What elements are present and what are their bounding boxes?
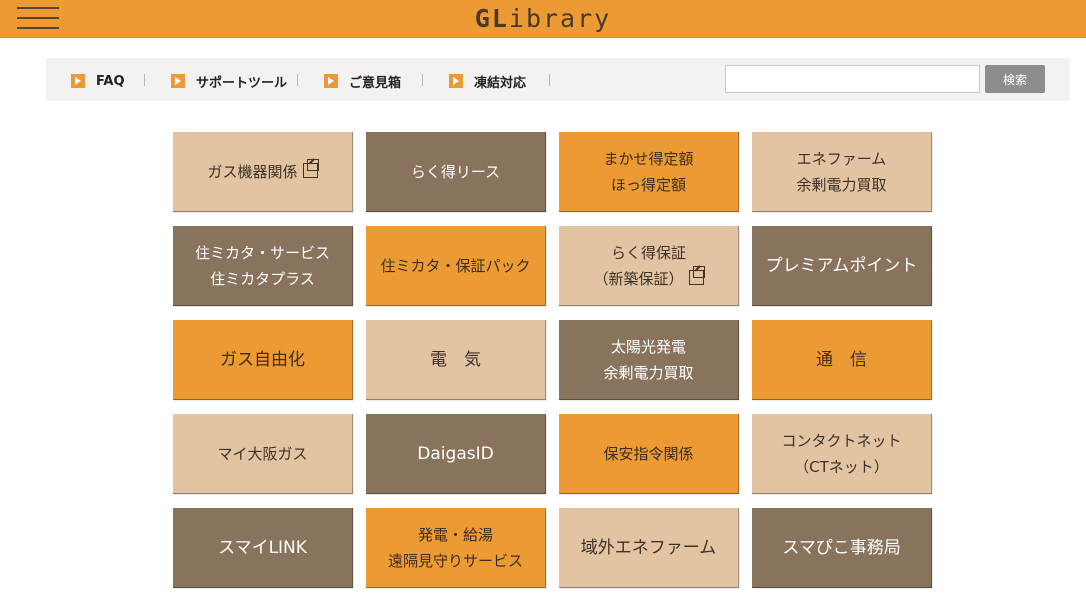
arrow-right-icon [171, 74, 185, 88]
tile-label: スマぴこ事務局 [782, 537, 901, 558]
link-tile[interactable]: プレミアムポイント [752, 226, 932, 306]
top-nav: FAQ サポートツール ご意見箱 凍結対応 検索 [46, 58, 1070, 101]
tile-label: ガス自由化 [220, 349, 305, 370]
link-tile[interactable]: まかせ得定額 ほっ得定額 [559, 132, 739, 212]
tile-label: プレミアムポイント [765, 255, 918, 276]
link-tile[interactable]: ガス機器関係 [173, 132, 353, 212]
tile-label: 発電・給湯 [417, 525, 493, 544]
link-tile[interactable]: 電 気 [366, 320, 546, 400]
arrow-right-icon [449, 74, 463, 88]
nav-divider [549, 74, 550, 86]
link-tile[interactable]: DaigasID [366, 414, 546, 494]
nav-link-faq[interactable]: FAQ [71, 72, 125, 90]
header-bar: GLibrary [0, 0, 1086, 38]
tile-label: （新築保証） [593, 265, 705, 292]
tile-label: 通 信 [816, 349, 867, 370]
tile-label: ほっ得定額 [610, 175, 686, 194]
nav-link-label: FAQ [96, 73, 125, 89]
link-tile[interactable]: らく得保証 （新築保証） [559, 226, 739, 306]
link-tile[interactable]: らく得リース [366, 132, 546, 212]
tile-label: 域外エネファーム [580, 537, 717, 558]
search-input[interactable] [725, 65, 980, 93]
nav-divider [422, 74, 423, 86]
nav-divider [144, 74, 145, 86]
external-link-icon [688, 265, 705, 285]
tile-label: DaigasID [417, 443, 494, 464]
nav-link-freeze-response[interactable]: 凍結対応 [449, 72, 527, 91]
link-tile[interactable]: エネファーム 余剰電力買取 [752, 132, 932, 212]
nav-link-feedback-box[interactable]: ご意見箱 [324, 72, 402, 91]
tile-label: 住ミカタ・サービス [194, 243, 330, 262]
link-tile[interactable]: マイ大阪ガス [173, 414, 353, 494]
tile-label: まかせ得定額 [603, 149, 694, 168]
link-tile[interactable]: 域外エネファーム [559, 508, 739, 588]
tile-label: 太陽光発電 [610, 337, 686, 356]
tile-label: 遠隔見守りサービス [387, 551, 523, 570]
tile-label: マイ大阪ガス [217, 444, 308, 463]
link-tile[interactable]: 通 信 [752, 320, 932, 400]
tile-label: 電 気 [430, 349, 481, 370]
tile-label: らく得リース [410, 162, 501, 181]
link-tile[interactable]: ガス自由化 [173, 320, 353, 400]
external-link-icon [302, 158, 319, 178]
link-tile[interactable]: 住ミカタ・保証パック [366, 226, 546, 306]
link-tile-grid: ガス機器関係 らく得リース まかせ得定額 ほっ得定額 エネファーム 余剰電力買取 住ミカタ・… [173, 132, 933, 590]
link-tile[interactable]: 発電・給湯遠隔見守りサービス [366, 508, 546, 588]
link-tile[interactable]: スマイLINK [173, 508, 353, 588]
search-button[interactable]: 検索 [985, 65, 1045, 93]
link-tile[interactable]: スマぴこ事務局 [752, 508, 932, 588]
nav-link-label: ご意見箱 [349, 75, 402, 91]
nav-link-support-tools[interactable]: サポートツール [171, 72, 288, 91]
tile-label: ガス機器関係 [207, 158, 319, 185]
tile-label: 住ミカタプラス [210, 269, 315, 288]
tile-label: 保安指令関係 [603, 444, 694, 463]
link-tile[interactable]: 保安指令関係 [559, 414, 739, 494]
tile-label: 余剰電力買取 [603, 363, 694, 382]
arrow-right-icon [71, 74, 85, 88]
tile-label: 住ミカタ・保証パック [380, 256, 531, 275]
app-title: GLibrary [474, 4, 612, 33]
arrow-right-icon [324, 74, 338, 88]
tile-label: コンタクトネット [781, 431, 902, 450]
tile-label: 余剰電力買取 [796, 175, 887, 194]
nav-link-label: 凍結対応 [474, 75, 527, 91]
tile-label: らく得保証 [610, 243, 686, 262]
link-tile[interactable]: 太陽光発電余剰電力買取 [559, 320, 739, 400]
tile-label: （CTネット） [794, 457, 889, 476]
tile-label: エネファーム [796, 149, 887, 168]
nav-divider [297, 74, 298, 86]
nav-link-label: サポートツール [196, 75, 288, 91]
link-tile[interactable]: 住ミカタ・サービス 住ミカタプラス [173, 226, 353, 306]
tile-label: スマイLINK [218, 537, 307, 558]
link-tile[interactable]: コンタクトネット （CTネット） [752, 414, 932, 494]
